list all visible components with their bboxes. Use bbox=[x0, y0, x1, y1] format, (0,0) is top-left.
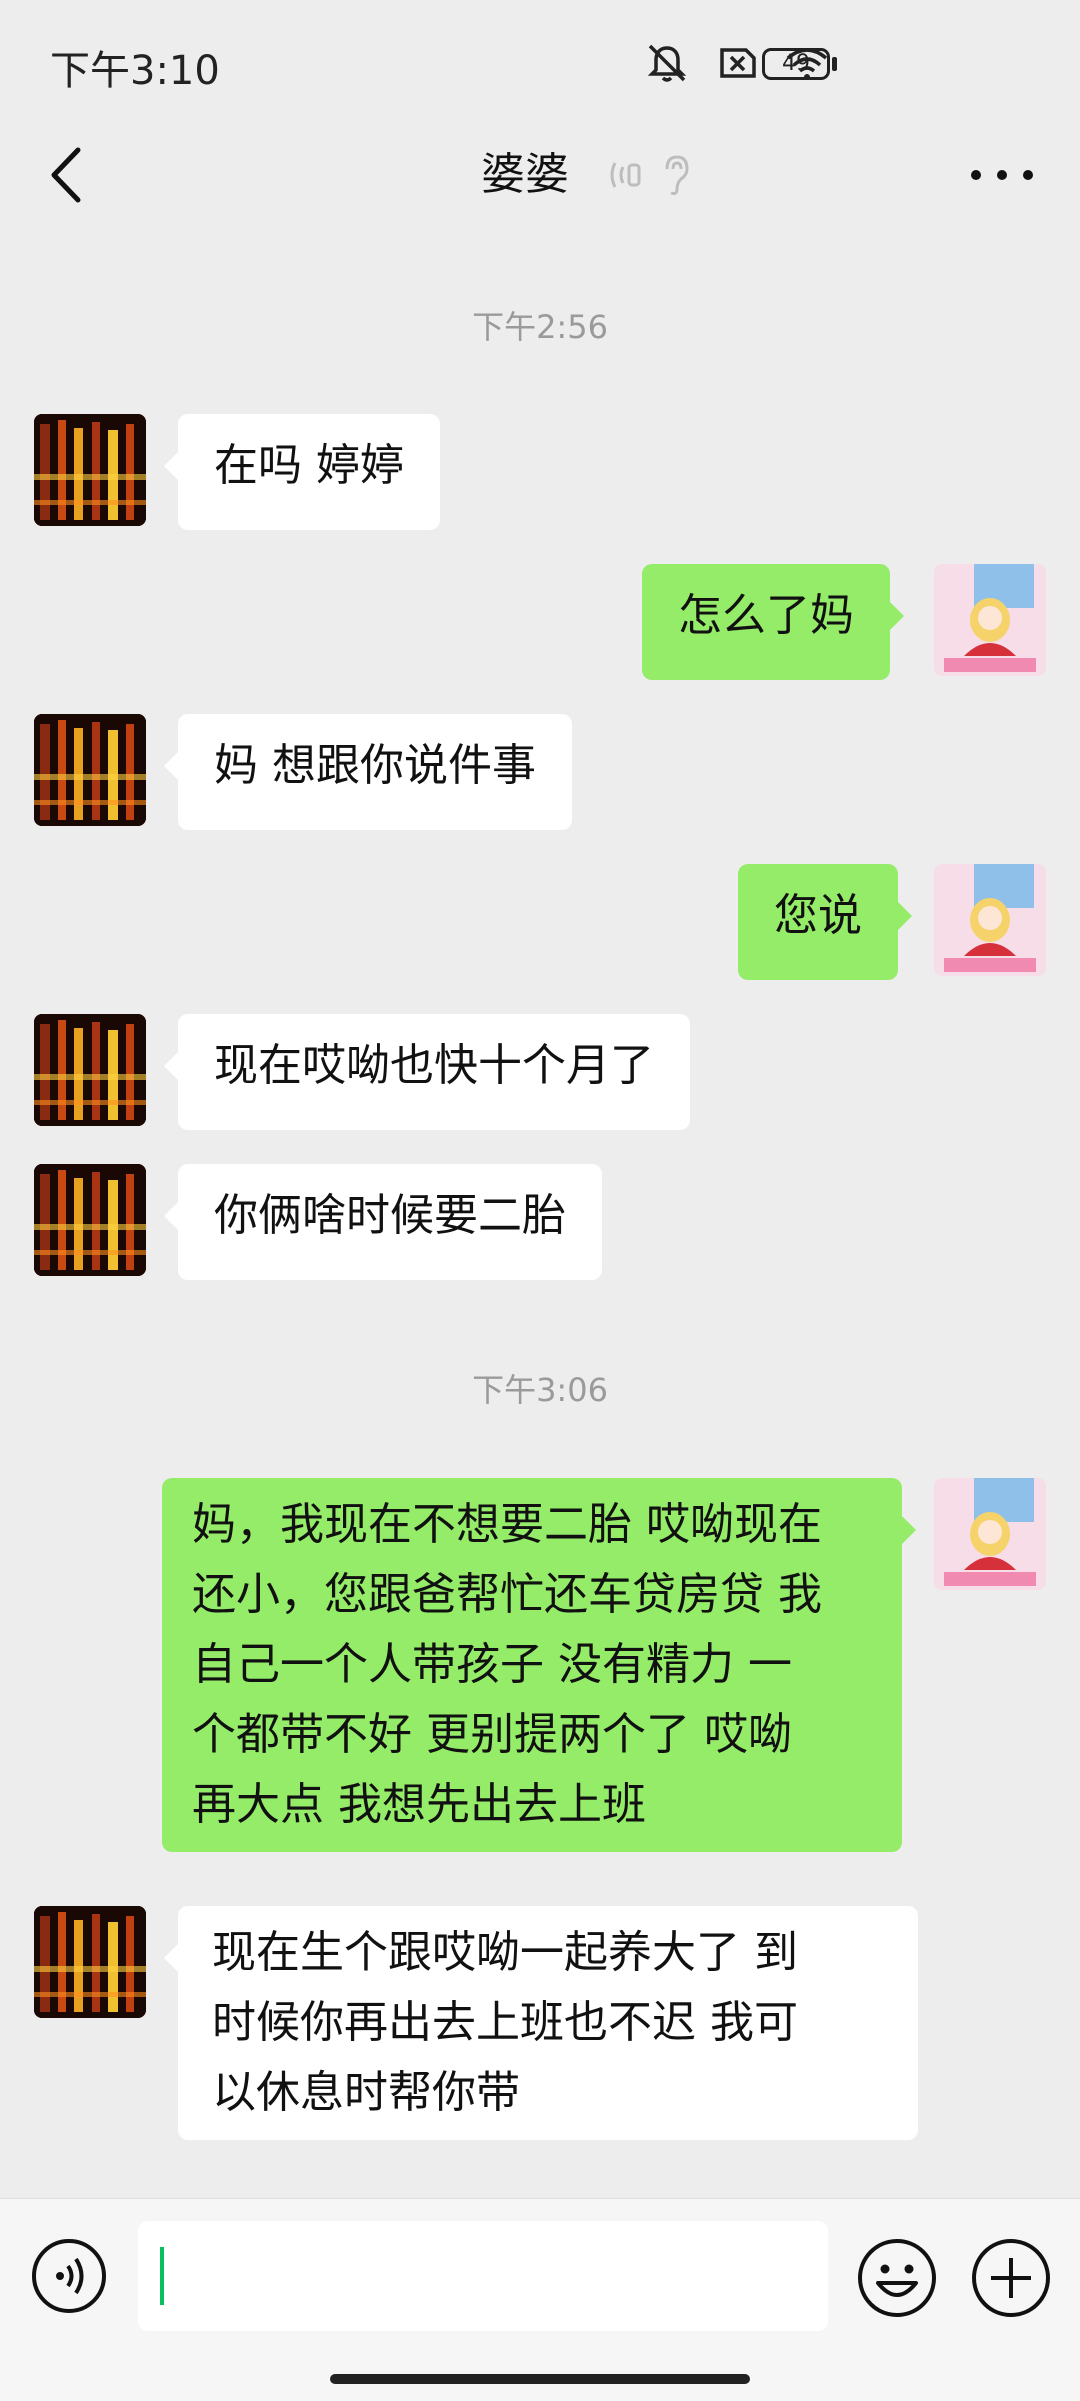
mother-in-law-avatar-image bbox=[34, 714, 146, 826]
message-timestamp: 下午2:56 bbox=[472, 308, 608, 346]
message-line: 自己一个人带孩子 没有精力 一 bbox=[192, 1639, 792, 1690]
chat-title-area: 婆婆 bbox=[0, 120, 1080, 230]
avatar[interactable] bbox=[934, 1478, 1046, 1590]
text-caret bbox=[160, 2247, 164, 2305]
message-line: 再大点 我想先出去上班 bbox=[192, 1779, 646, 1830]
chat-header: 婆婆 bbox=[0, 120, 1080, 230]
message-line: 以休息时帮你带 bbox=[212, 2067, 520, 2118]
status-bar: 下午3:10 49 bbox=[0, 0, 1080, 130]
message-input[interactable] bbox=[138, 2221, 828, 2331]
plus-icon[interactable] bbox=[970, 2237, 1052, 2319]
avatar[interactable] bbox=[934, 564, 1046, 676]
back-arrow-icon[interactable] bbox=[40, 140, 100, 210]
avatar[interactable] bbox=[34, 1164, 146, 1276]
message-line: 还小，您跟爸帮忙还车贷房贷 我 bbox=[192, 1569, 822, 1620]
battery-level: 49 bbox=[782, 51, 810, 76]
avatar[interactable] bbox=[34, 414, 146, 526]
chat-title[interactable]: 婆婆 bbox=[481, 120, 569, 230]
mother-in-law-avatar-image bbox=[34, 1164, 146, 1276]
status-time: 下午3:10 bbox=[50, 48, 220, 94]
earpiece-icon bbox=[610, 162, 641, 188]
message-text: 妈 想跟你说件事 bbox=[214, 740, 536, 791]
home-indicator[interactable] bbox=[330, 2374, 750, 2384]
mother-in-law-avatar-image bbox=[34, 1906, 146, 2018]
user-avatar-image bbox=[934, 864, 1046, 976]
avatar[interactable] bbox=[934, 864, 1046, 976]
message-text: 您说 bbox=[774, 890, 862, 941]
battery-icon: 49 bbox=[762, 48, 830, 80]
avatar[interactable] bbox=[34, 1014, 146, 1126]
mother-in-law-avatar-image bbox=[34, 414, 146, 526]
message-line: 时候你再出去上班也不迟 我可 bbox=[212, 1997, 798, 2048]
message-line: 现在生个跟哎呦一起养大了 到 bbox=[212, 1927, 798, 1978]
sim-blocked-icon bbox=[720, 48, 756, 78]
user-avatar-image bbox=[934, 1478, 1046, 1590]
bell-muted-icon bbox=[647, 44, 687, 82]
message-line: 妈，我现在不想要二胎 哎呦现在 bbox=[192, 1499, 822, 1550]
message-timestamp: 下午3:06 bbox=[472, 1371, 608, 1409]
message-text: 现在哎呦也快十个月了 bbox=[214, 1040, 654, 1091]
message-bubble-received[interactable]: 妈 想跟你说件事 bbox=[164, 714, 572, 830]
message-bubble-received[interactable]: 现在生个跟哎呦一起养大了 到 时候你再出去上班也不迟 我可 以休息时帮你带 bbox=[164, 1906, 918, 2140]
message-text: 在吗 婷婷 bbox=[214, 440, 404, 491]
message-text: 你俩啥时候要二胎 bbox=[214, 1190, 566, 1241]
emoji-icon[interactable] bbox=[856, 2237, 938, 2319]
ear-icon bbox=[665, 155, 689, 195]
message-bubble-sent[interactable]: 妈，我现在不想要二胎 哎呦现在 还小，您跟爸帮忙还车贷房贷 我 自己一个人带孩子… bbox=[162, 1478, 916, 1852]
user-avatar-image bbox=[934, 564, 1046, 676]
message-bubble-received[interactable]: 现在哎呦也快十个月了 bbox=[164, 1014, 690, 1130]
message-bubble-sent[interactable]: 怎么了妈 bbox=[642, 564, 904, 680]
avatar[interactable] bbox=[34, 714, 146, 826]
message-line: 个都带不好 更别提两个了 哎呦 bbox=[192, 1709, 792, 1760]
more-icon[interactable] bbox=[964, 150, 1040, 200]
voice-icon[interactable] bbox=[30, 2237, 108, 2315]
message-bubble-sent[interactable]: 您说 bbox=[738, 864, 912, 980]
message-bubble-received[interactable]: 在吗 婷婷 bbox=[164, 414, 440, 530]
avatar[interactable] bbox=[34, 1906, 146, 2018]
message-bubble-received[interactable]: 你俩啥时候要二胎 bbox=[164, 1164, 602, 1280]
battery-tip bbox=[832, 57, 837, 71]
input-bar bbox=[0, 2198, 1080, 2401]
mother-in-law-avatar-image bbox=[34, 1014, 146, 1126]
message-text: 怎么了妈 bbox=[678, 590, 854, 641]
